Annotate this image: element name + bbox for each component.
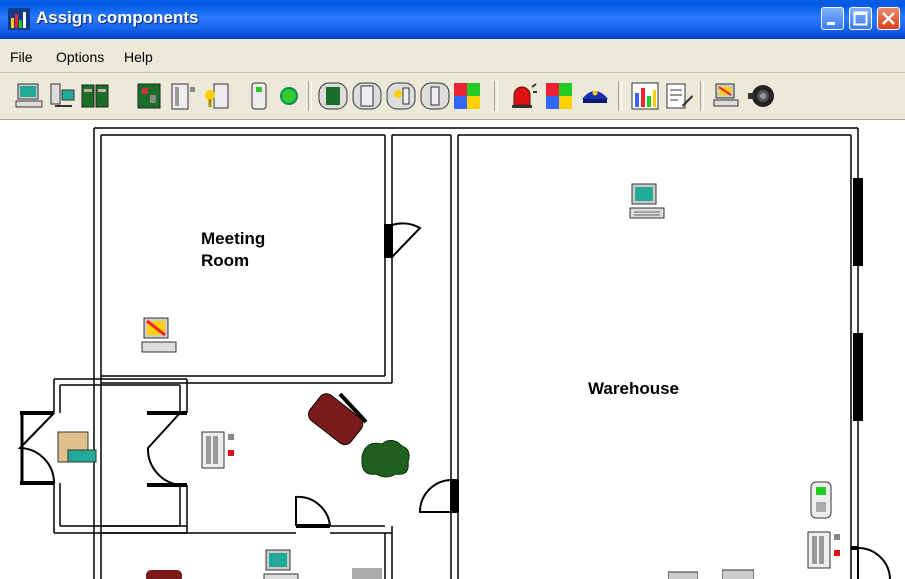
maximize-icon xyxy=(853,11,868,26)
menu-help[interactable]: Help xyxy=(124,49,153,65)
door-device-icon[interactable] xyxy=(352,81,382,111)
device-icon xyxy=(722,569,754,579)
door-controller-icon[interactable] xyxy=(200,430,240,472)
minimize-icon xyxy=(827,22,835,25)
chair-icon xyxy=(146,570,182,579)
report-chart-icon[interactable] xyxy=(630,81,660,111)
keypad-reader-icon[interactable] xyxy=(54,428,100,470)
toolbar xyxy=(0,73,905,120)
maximize-button[interactable] xyxy=(849,7,872,30)
room-label-meeting-room: Meeting Room xyxy=(201,229,266,270)
door-controller-icon[interactable] xyxy=(806,530,846,572)
workstation-icon[interactable] xyxy=(258,548,302,579)
camera-icon[interactable] xyxy=(746,81,776,111)
door-controller-icon[interactable] xyxy=(168,81,198,111)
card-reader-icon[interactable] xyxy=(244,81,274,111)
monitor-station-icon[interactable] xyxy=(136,316,180,362)
window-title: Assign components xyxy=(36,8,199,27)
toolbar-separator xyxy=(700,81,704,111)
circuit-board-icon[interactable] xyxy=(134,81,164,111)
reader-device-icon[interactable] xyxy=(420,81,450,111)
close-button[interactable] xyxy=(877,7,900,30)
menu-file[interactable]: File xyxy=(10,49,33,65)
toolbar-separator xyxy=(494,81,498,111)
workstation-icon[interactable] xyxy=(624,182,668,228)
server-rack-icon[interactable] xyxy=(80,81,110,111)
close-icon xyxy=(882,12,895,25)
document-pen-icon[interactable] xyxy=(664,81,694,111)
green-indicator-icon[interactable] xyxy=(274,81,304,111)
monitor-station-icon[interactable] xyxy=(712,81,742,111)
toolbar-separator xyxy=(618,81,622,111)
keypad-reader-icon[interactable] xyxy=(202,81,232,111)
security-guard-icon[interactable] xyxy=(580,81,610,111)
cabinet-icon xyxy=(352,568,382,579)
puzzle-icon[interactable] xyxy=(452,81,482,111)
minimize-button[interactable] xyxy=(821,7,844,30)
keypad-device-icon[interactable] xyxy=(386,81,416,111)
map-puzzle-icon[interactable] xyxy=(544,81,574,111)
network-computers-icon[interactable] xyxy=(48,81,78,111)
bar-chart-icon xyxy=(8,8,30,30)
title-bar: Assign components xyxy=(0,0,905,39)
alarm-siren-icon[interactable] xyxy=(508,81,538,111)
device-icon xyxy=(668,571,698,579)
plant-icon xyxy=(361,440,410,478)
workstation-icon[interactable] xyxy=(14,81,44,111)
toolbar-separator xyxy=(308,81,312,111)
card-reader-icon[interactable] xyxy=(806,480,836,520)
room-label-warehouse: Warehouse xyxy=(588,379,680,398)
menu-bar: File Options Help xyxy=(0,39,905,73)
menu-options[interactable]: Options xyxy=(56,49,104,65)
floor-plan-canvas[interactable]: Meeting Room Warehouse xyxy=(0,120,905,579)
board-device-icon[interactable] xyxy=(318,81,348,111)
